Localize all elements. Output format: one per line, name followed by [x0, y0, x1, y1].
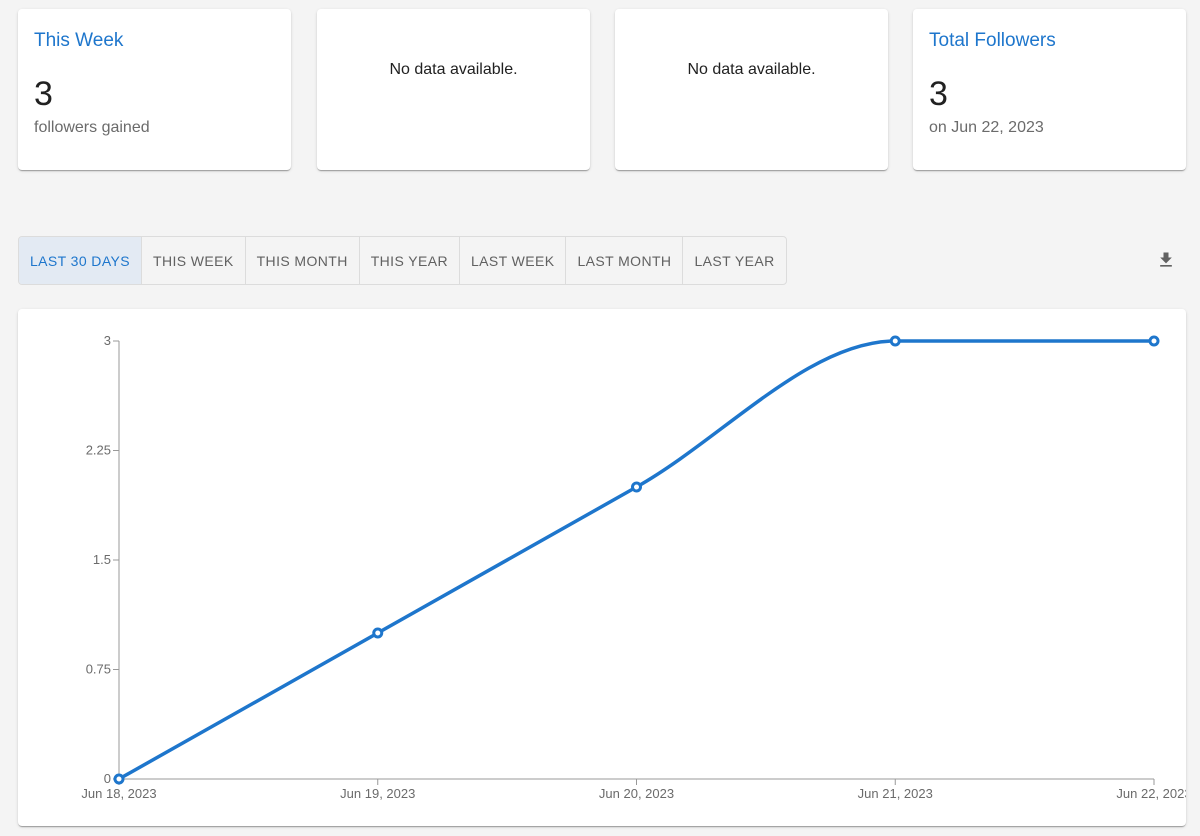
- range-this-year-button[interactable]: THIS YEAR: [360, 237, 460, 284]
- range-last-week-button[interactable]: LAST WEEK: [460, 237, 567, 284]
- this-week-card: This Week 3 followers gained: [18, 9, 291, 170]
- data-point: [372, 627, 384, 639]
- data-point: [1148, 335, 1160, 347]
- total-followers-card: Total Followers 3 on Jun 22, 2023: [913, 9, 1186, 170]
- empty-card-2: No data available.: [615, 9, 888, 170]
- y-tick-label: 3: [104, 333, 111, 348]
- empty-card-1: No data available.: [317, 9, 590, 170]
- y-tick-label: 0: [104, 771, 111, 786]
- range-this-month-button[interactable]: THIS MONTH: [246, 237, 360, 284]
- data-point: [889, 335, 901, 347]
- total-followers-value: 3: [929, 75, 948, 113]
- line-chart: 0 0.75 1.5 2.25 3 Jun 18, 2023 Jun 19, 2023 Jun…: [81, 333, 1186, 801]
- download-icon: [1160, 252, 1172, 267]
- x-tick-label: Jun 21, 2023: [858, 786, 933, 801]
- total-followers-title: Total Followers: [929, 30, 1056, 51]
- no-data-message: No data available.: [687, 61, 816, 78]
- date-range-toggle: LAST 30 DAYS THIS WEEK THIS MONTH THIS Y…: [18, 236, 787, 285]
- x-tick-label: Jun 19, 2023: [340, 786, 415, 801]
- download-button[interactable]: [1150, 244, 1182, 276]
- range-last-month-button[interactable]: LAST MONTH: [566, 237, 684, 284]
- this-week-value: 3: [34, 75, 53, 113]
- this-week-subtitle: followers gained: [34, 119, 150, 136]
- x-tick-label: Jun 18, 2023: [81, 786, 156, 801]
- followers-chart: 0 0.75 1.5 2.25 3 Jun 18, 2023 Jun 19, 2023 Jun…: [18, 309, 1186, 826]
- x-tick-label: Jun 20, 2023: [599, 786, 674, 801]
- no-data-message: No data available.: [389, 61, 518, 78]
- total-followers-date: on Jun 22, 2023: [929, 119, 1044, 136]
- y-tick-label: 0.75: [86, 662, 111, 677]
- range-last-30-days-button[interactable]: LAST 30 DAYS: [19, 237, 142, 284]
- range-last-year-button[interactable]: LAST YEAR: [683, 237, 785, 284]
- series-line: [118, 339, 1154, 781]
- y-tick-label: 1.5: [93, 552, 111, 567]
- x-tick-label: Jun 22, 2023: [1116, 786, 1186, 801]
- data-point: [631, 481, 642, 493]
- data-point: [113, 773, 125, 785]
- range-this-week-button[interactable]: THIS WEEK: [142, 237, 246, 284]
- y-tick-label: 2.25: [86, 443, 111, 458]
- this-week-title: This Week: [34, 30, 124, 51]
